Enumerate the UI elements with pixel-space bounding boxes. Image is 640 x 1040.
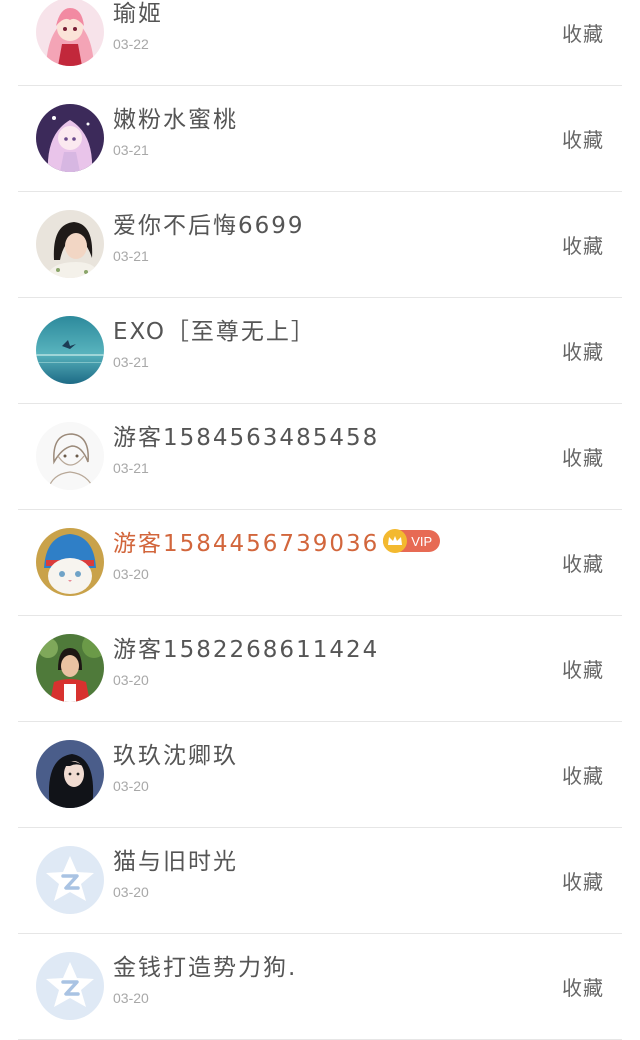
- sketch-boy-avatar[interactable]: [36, 422, 104, 490]
- favorite-button[interactable]: 收藏: [562, 972, 604, 1001]
- favorite-button[interactable]: 收藏: [562, 760, 604, 789]
- visit-date: 03-20: [113, 884, 149, 900]
- favorite-button[interactable]: 收藏: [562, 866, 604, 895]
- list-item[interactable]: 游客1582268611424 03-20 收藏: [18, 616, 622, 722]
- favorite-button[interactable]: 收藏: [562, 124, 604, 153]
- visit-date: 03-21: [113, 248, 149, 264]
- ocean-avatar[interactable]: [36, 316, 104, 384]
- list-item[interactable]: 猫与旧时光 03-20 收藏: [18, 828, 622, 934]
- favorite-button[interactable]: 收藏: [562, 548, 604, 577]
- user-name[interactable]: 嫩粉水蜜桃: [113, 100, 238, 134]
- user-name[interactable]: 游客1584456739036: [113, 524, 379, 558]
- default-qzone-avatar[interactable]: [36, 952, 104, 1020]
- vip-label: VIP: [411, 533, 433, 549]
- outdoor-girl-avatar[interactable]: [36, 634, 104, 702]
- list-item[interactable]: EXO［至尊无上］ 03-21 收藏: [18, 298, 622, 404]
- user-name[interactable]: 游客1584563485458: [113, 418, 379, 452]
- user-name[interactable]: 玖玖沈卿玖: [113, 736, 238, 770]
- cat-avatar[interactable]: [36, 528, 104, 596]
- favorite-button[interactable]: 收藏: [562, 230, 604, 259]
- visit-date: 03-21: [113, 354, 149, 370]
- user-name[interactable]: 瑜姬: [113, 0, 163, 28]
- user-name[interactable]: 猫与旧时光: [113, 842, 238, 876]
- user-name[interactable]: 游客1582268611424: [113, 630, 379, 664]
- visit-date: 03-21: [113, 142, 149, 158]
- user-name[interactable]: 金钱打造势力狗.: [113, 948, 297, 982]
- list-item[interactable]: 金钱打造势力狗. 03-20 收藏: [18, 934, 622, 1040]
- favorite-button[interactable]: 收藏: [562, 654, 604, 683]
- visitor-list: 瑜姬 03-22 收藏 嫩粉水蜜桃 03-21 收藏 爱你不后悔6699 03-…: [0, 0, 640, 1040]
- crown-icon: [383, 529, 408, 553]
- visit-date: 03-20: [113, 566, 149, 582]
- visit-date: 03-20: [113, 990, 149, 1006]
- favorite-button[interactable]: 收藏: [562, 336, 604, 365]
- vip-badge: VIP: [383, 529, 441, 553]
- list-item[interactable]: 瑜姬 03-22 收藏: [18, 0, 622, 86]
- favorite-button[interactable]: 收藏: [562, 18, 604, 47]
- list-item[interactable]: 玖玖沈卿玖 03-20 收藏: [18, 722, 622, 828]
- list-item[interactable]: 嫩粉水蜜桃 03-21 收藏: [18, 86, 622, 192]
- user-name[interactable]: 爱你不后悔6699: [113, 206, 305, 240]
- default-qzone-avatar[interactable]: [36, 846, 104, 914]
- user-name[interactable]: EXO［至尊无上］: [113, 312, 316, 346]
- visit-date: 03-20: [113, 672, 149, 688]
- visit-date: 03-21: [113, 460, 149, 476]
- photo-girl-avatar[interactable]: [36, 210, 104, 278]
- dark-hair-girl-avatar[interactable]: [36, 740, 104, 808]
- favorite-button[interactable]: 收藏: [562, 442, 604, 471]
- anime-girl-red-avatar[interactable]: [36, 0, 104, 66]
- visit-date: 03-22: [113, 36, 149, 52]
- list-item[interactable]: 爱你不后悔6699 03-21 收藏: [18, 192, 622, 298]
- visit-date: 03-20: [113, 778, 149, 794]
- list-item[interactable]: 游客1584456739036 VIP 03-20 收藏: [18, 510, 622, 616]
- anime-girl-purple-avatar[interactable]: [36, 104, 104, 172]
- list-item[interactable]: 游客1584563485458 03-21 收藏: [18, 404, 622, 510]
